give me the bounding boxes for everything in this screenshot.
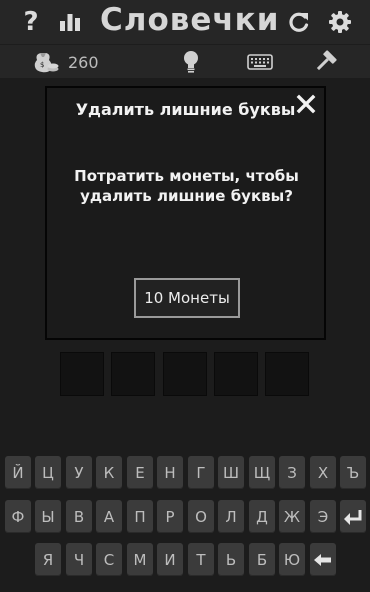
key[interactable]: Г bbox=[188, 456, 214, 489]
key[interactable]: К bbox=[96, 456, 122, 489]
dialog-title: Удалить лишние буквы bbox=[75, 100, 296, 119]
key[interactable]: Ч bbox=[66, 543, 92, 576]
keyboard-row-1: Й Ц У К Е Н Г Ш Щ З Х Ъ bbox=[0, 456, 370, 490]
key[interactable]: А bbox=[96, 500, 122, 533]
dialog-message: Потратить монеты, чтобы удалить лишние б… bbox=[74, 167, 299, 205]
help-icon: ? bbox=[23, 7, 39, 37]
enter-icon bbox=[344, 509, 362, 525]
key[interactable]: О bbox=[188, 500, 214, 533]
toolbar: $ 260 bbox=[0, 44, 370, 78]
key[interactable]: Ц bbox=[35, 456, 61, 489]
key[interactable]: В bbox=[66, 500, 92, 533]
app-header: ? Словечки bbox=[0, 0, 370, 44]
key[interactable]: Й bbox=[5, 456, 31, 489]
coin-bag-icon: $ bbox=[34, 53, 59, 73]
key[interactable]: С bbox=[96, 543, 122, 576]
key[interactable]: Т bbox=[188, 543, 214, 576]
spend-coins-button[interactable]: 10 Монеты bbox=[134, 278, 240, 318]
gear-icon bbox=[329, 11, 351, 33]
hammer-icon bbox=[316, 50, 337, 71]
backspace-key[interactable] bbox=[310, 543, 336, 576]
backspace-icon bbox=[314, 553, 331, 566]
lightbulb-icon bbox=[184, 51, 198, 73]
key[interactable]: Я bbox=[35, 543, 61, 576]
key[interactable]: Щ bbox=[249, 456, 275, 489]
help-button[interactable]: ? bbox=[18, 6, 44, 38]
keyboard-button[interactable] bbox=[246, 49, 274, 75]
key[interactable]: Ф bbox=[5, 500, 31, 533]
answer-slot[interactable] bbox=[265, 352, 309, 396]
keyboard-row-3: Я Ч С М И Т Ь Б Ю bbox=[0, 543, 370, 577]
svg-text:$: $ bbox=[40, 61, 44, 69]
hammer-button[interactable] bbox=[311, 49, 339, 75]
remove-letters-dialog: Удалить лишние буквы Потратить монеты, ч… bbox=[45, 86, 326, 340]
close-button[interactable] bbox=[294, 92, 318, 116]
restart-button[interactable] bbox=[284, 6, 314, 38]
key[interactable]: У bbox=[66, 456, 92, 489]
key[interactable]: Д bbox=[249, 500, 275, 533]
key[interactable]: Х bbox=[310, 456, 336, 489]
keyboard-row-2: Ф Ы В А П Р О Л Д Ж Э bbox=[0, 500, 370, 534]
key[interactable]: Н bbox=[157, 456, 183, 489]
key[interactable]: И bbox=[157, 543, 183, 576]
key[interactable]: Р bbox=[157, 500, 183, 533]
coin-count: 260 bbox=[68, 53, 99, 72]
settings-button[interactable] bbox=[324, 6, 356, 38]
key[interactable]: Э bbox=[310, 500, 336, 533]
hint-button[interactable] bbox=[177, 49, 205, 75]
key[interactable]: Ш bbox=[218, 456, 244, 489]
stats-icon bbox=[60, 14, 80, 31]
key[interactable]: Л bbox=[218, 500, 244, 533]
close-icon bbox=[296, 94, 316, 114]
key[interactable]: З bbox=[279, 456, 305, 489]
keyboard-icon bbox=[247, 54, 273, 70]
key[interactable]: Ы bbox=[35, 500, 61, 533]
answer-slot[interactable] bbox=[214, 352, 258, 396]
key[interactable]: М bbox=[127, 543, 153, 576]
key[interactable]: Е bbox=[127, 456, 153, 489]
answer-slot[interactable] bbox=[60, 352, 104, 396]
enter-key[interactable] bbox=[340, 500, 366, 533]
key[interactable]: Ю bbox=[279, 543, 305, 576]
stats-button[interactable] bbox=[56, 6, 84, 38]
key[interactable]: Ж bbox=[279, 500, 305, 533]
key[interactable]: Ъ bbox=[340, 456, 366, 489]
restart-icon bbox=[289, 12, 309, 32]
app-title: Словечки bbox=[100, 2, 280, 38]
key[interactable]: П bbox=[127, 500, 153, 533]
key[interactable]: Ь bbox=[218, 543, 244, 576]
key[interactable]: Б bbox=[249, 543, 275, 576]
answer-slot[interactable] bbox=[163, 352, 207, 396]
answer-slot[interactable] bbox=[111, 352, 155, 396]
